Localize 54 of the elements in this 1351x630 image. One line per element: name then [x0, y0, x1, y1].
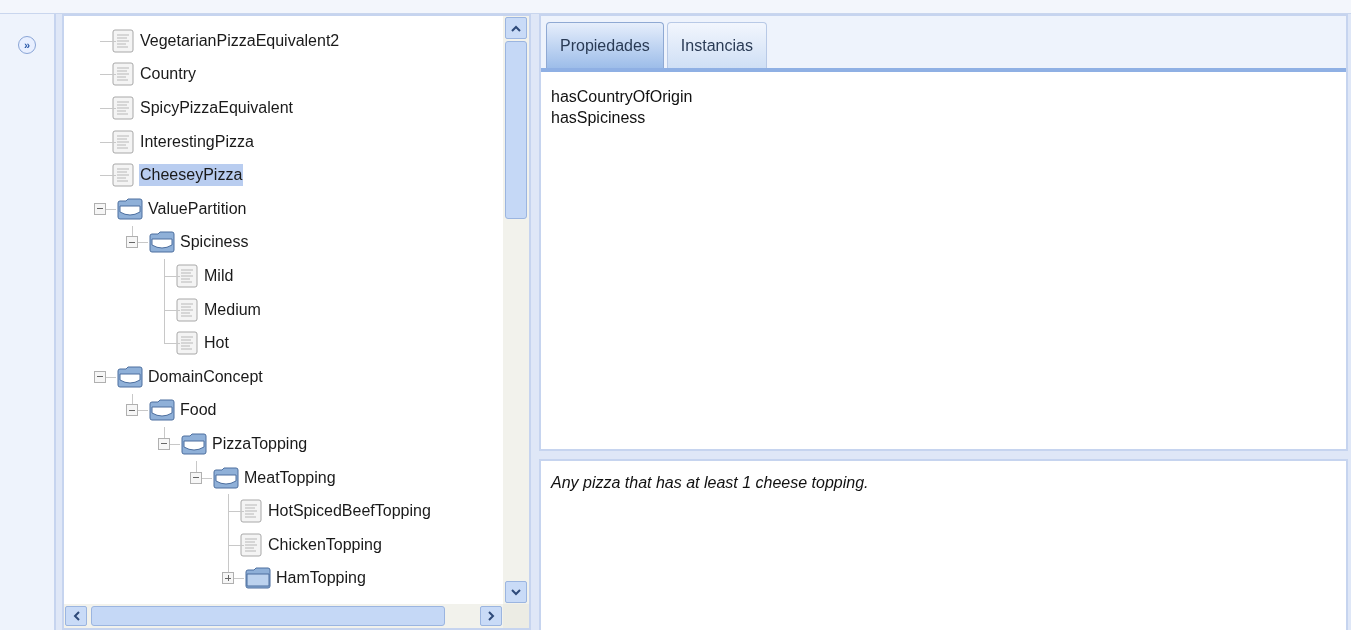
tree-node-label[interactable]: Hot	[203, 332, 230, 355]
collapse-icon[interactable]	[126, 236, 138, 249]
document-icon	[112, 62, 134, 87]
tree-node-label[interactable]: CheeseyPizza	[139, 164, 244, 187]
tree-node-label[interactable]: HotSpicedBeefTopping	[267, 500, 432, 523]
document-icon	[112, 163, 134, 188]
tab[interactable]: Instancias	[666, 22, 767, 68]
tree-node-label[interactable]: Country	[139, 63, 198, 86]
expand-panel-button[interactable]: »	[18, 36, 36, 54]
scrollbar-corner	[503, 604, 529, 628]
document-icon	[176, 297, 198, 322]
folder-icon	[116, 365, 144, 388]
tree-node-label[interactable]: ChickenTopping	[267, 533, 383, 556]
tree-node-label[interactable]: ValuePartition	[147, 197, 248, 220]
tree-node-label[interactable]: Mild	[203, 264, 235, 287]
tree-node-label[interactable]: VegetarianPizzaEquivalent2	[139, 29, 341, 52]
expand-icon[interactable]	[222, 572, 234, 585]
tree-node-label[interactable]: HamTopping	[275, 567, 367, 590]
tree-node-label[interactable]: Spiciness	[179, 231, 250, 254]
document-icon	[240, 499, 262, 524]
tree-node-label[interactable]: Medium	[203, 298, 262, 321]
collapse-icon[interactable]	[94, 370, 106, 383]
document-icon	[112, 96, 134, 120]
chevron-up-icon[interactable]	[511, 24, 521, 32]
property-name: hasCountryOfOrigin	[551, 87, 694, 107]
folder-icon	[116, 197, 144, 220]
property-name: hasSpiciness	[551, 108, 647, 128]
tree-node-label[interactable]: MeatTopping	[243, 466, 337, 489]
tree-node-label[interactable]: InterestingPizza	[139, 130, 255, 153]
chevron-down-icon[interactable]	[511, 588, 521, 596]
document-icon	[112, 129, 134, 154]
collapse-icon[interactable]	[158, 437, 170, 450]
folder-icon	[244, 567, 272, 590]
horizontal-scrollbar[interactable]	[64, 604, 503, 628]
tree-node-label[interactable]: Food	[179, 399, 218, 422]
chevron-left-icon[interactable]	[72, 611, 80, 621]
folder-icon	[180, 432, 208, 455]
document-icon	[176, 263, 198, 288]
folder-icon	[148, 231, 176, 254]
tree-node-label[interactable]: SpicyPizzaEquivalent	[139, 97, 294, 119]
chevron-right-icon[interactable]	[487, 611, 495, 621]
document-icon	[176, 331, 198, 356]
vertical-scrollbar[interactable]	[503, 16, 529, 604]
tab[interactable]: Propiedades	[546, 22, 664, 68]
collapse-icon[interactable]	[126, 404, 138, 417]
tree-node-label[interactable]: DomainConcept	[147, 365, 264, 388]
document-icon	[112, 28, 134, 53]
folder-icon	[148, 399, 176, 422]
tree-node-label[interactable]: PizzaTopping	[211, 432, 309, 455]
collapse-icon[interactable]	[94, 202, 106, 215]
folder-icon	[212, 466, 240, 489]
document-icon	[240, 532, 262, 557]
class-description: Any pizza that has at least 1 cheese topping.	[551, 473, 870, 493]
collapse-icon[interactable]	[190, 471, 202, 484]
